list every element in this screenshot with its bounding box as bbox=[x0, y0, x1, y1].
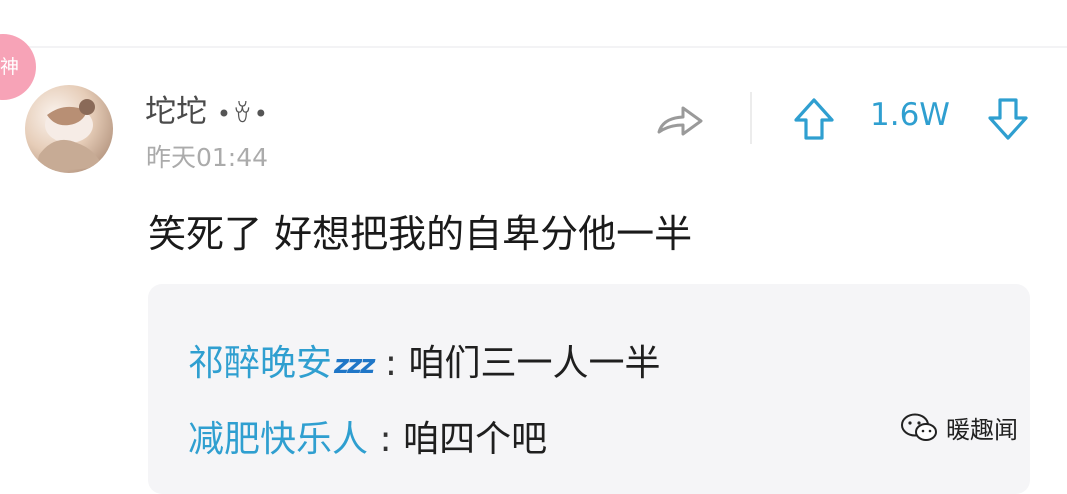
vote-divider bbox=[750, 92, 752, 144]
reply-author[interactable]: 减肥快乐人 bbox=[188, 419, 368, 460]
reply-author[interactable]: 祁醉晚安 bbox=[188, 343, 332, 384]
upvote-button[interactable] bbox=[792, 96, 836, 142]
watermark-text: 暖趣闻 bbox=[946, 416, 1018, 444]
reply-separator: : bbox=[379, 419, 392, 460]
comment-text: 笑死了 好想把我的自卑分他一半 bbox=[148, 212, 693, 256]
wechat-icon bbox=[901, 413, 937, 441]
reply-item[interactable]: 减肥快乐人 : 咱四个吧 bbox=[188, 410, 547, 462]
god-badge-label: 神 bbox=[0, 56, 20, 78]
watermark: 暖趣闻 bbox=[900, 410, 1018, 445]
share-icon bbox=[657, 106, 703, 136]
username-decoration: •ꈊ• bbox=[216, 100, 270, 128]
vote-count: 1.6W bbox=[870, 97, 950, 133]
reply-text: 咱们三一人一半 bbox=[408, 343, 661, 384]
reply-box[interactable]: 祁醉晚安zzz : 咱们三一人一半 减肥快乐人 : 咱四个吧 bbox=[148, 284, 1030, 494]
timestamp: 昨天01:44 bbox=[146, 143, 269, 172]
avatar-image bbox=[35, 99, 103, 173]
username[interactable]: 坨坨 •ꈊ• bbox=[145, 86, 270, 131]
avatar[interactable] bbox=[25, 85, 113, 173]
god-comment-badge: 神 bbox=[0, 34, 36, 100]
reply-separator: : bbox=[384, 343, 398, 384]
username-text: 坨坨 bbox=[145, 94, 207, 130]
upvote-arrow-icon bbox=[794, 98, 834, 140]
share-button[interactable] bbox=[655, 100, 705, 142]
top-divider bbox=[0, 46, 1067, 48]
sleep-zzz-icon: zzz bbox=[334, 350, 375, 380]
reply-text: 咱四个吧 bbox=[403, 419, 548, 460]
downvote-arrow-icon bbox=[988, 98, 1028, 140]
reply-item[interactable]: 祁醉晚安zzz : 咱们三一人一半 bbox=[188, 334, 660, 386]
downvote-button[interactable] bbox=[986, 96, 1030, 142]
